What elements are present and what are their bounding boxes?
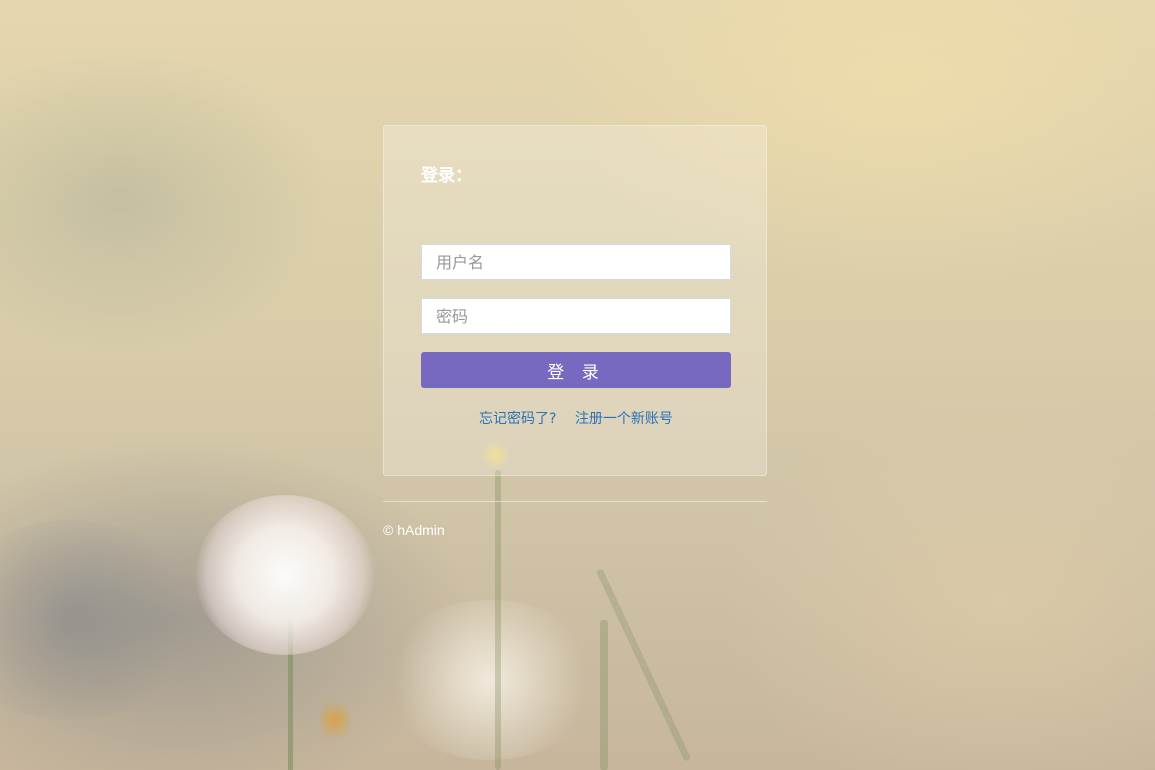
password-input[interactable] <box>421 298 731 334</box>
login-button[interactable]: 登 录 <box>421 352 731 388</box>
username-input[interactable] <box>421 244 731 280</box>
copyright-text: © hAdmin <box>383 522 445 538</box>
footer-divider <box>383 501 767 502</box>
login-title: 登录： <box>421 166 472 186</box>
login-panel: 登录： 登 录 忘记密码了? 注册一个新账号 <box>383 125 767 476</box>
dandelion-image <box>195 495 375 655</box>
register-link[interactable]: 注册一个新账号 <box>575 411 673 427</box>
login-links: 忘记密码了? 注册一个新账号 <box>384 408 768 428</box>
forgot-password-link[interactable]: 忘记密码了? <box>479 411 556 427</box>
